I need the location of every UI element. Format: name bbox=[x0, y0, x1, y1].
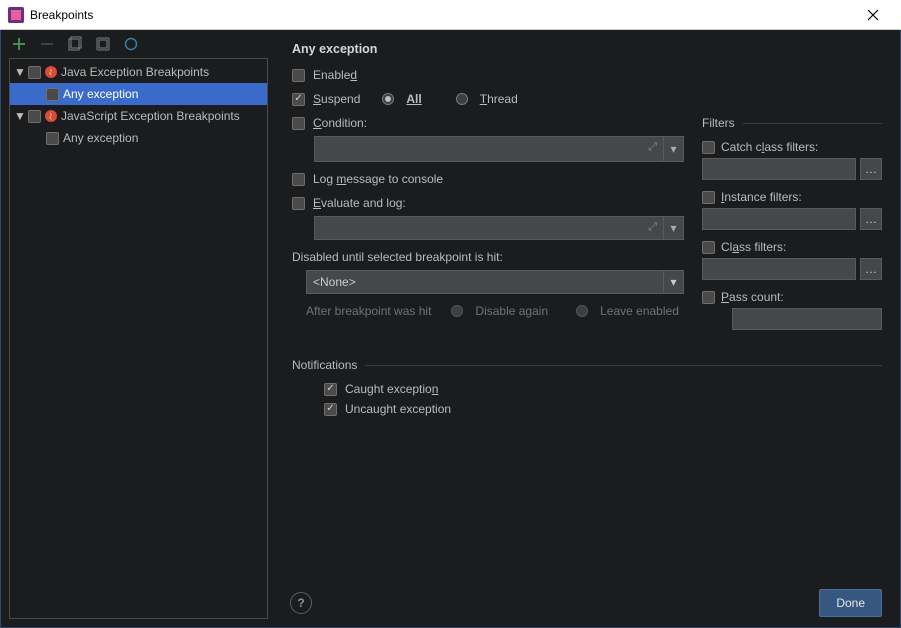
app-icon bbox=[8, 7, 24, 23]
add-breakpoint-button[interactable] bbox=[11, 36, 27, 52]
condition-checkbox[interactable] bbox=[292, 117, 305, 130]
caught-exception-checkbox[interactable] bbox=[324, 383, 337, 396]
instance-filters-label: Instance filters: bbox=[721, 190, 802, 204]
instance-filters-input[interactable] bbox=[702, 208, 856, 230]
evaluate-log-input[interactable]: ⤢ ▾ bbox=[314, 216, 684, 240]
done-button[interactable]: Done bbox=[819, 589, 882, 617]
suspend-label: Suspend bbox=[313, 92, 360, 106]
exception-breakpoint-icon bbox=[45, 66, 57, 78]
catch-filters-label: Catch class filters: bbox=[721, 140, 818, 154]
close-button[interactable] bbox=[853, 0, 893, 30]
exception-breakpoint-icon bbox=[45, 110, 57, 122]
expand-icon[interactable]: ⤢ bbox=[648, 141, 657, 154]
expand-icon[interactable]: ▼ bbox=[14, 109, 24, 123]
suspend-thread-label: Thread bbox=[480, 92, 518, 106]
disabled-until-select[interactable]: <None> ▾ bbox=[306, 270, 684, 294]
breakpoints-dialog: Breakpoints bbox=[0, 0, 901, 628]
pass-count-input[interactable] bbox=[732, 308, 882, 330]
expand-icon[interactable]: ▼ bbox=[14, 65, 24, 79]
dropdown-icon[interactable]: ▾ bbox=[663, 137, 683, 161]
pass-count-label: Pass count: bbox=[721, 290, 784, 304]
filters-title: Filters bbox=[702, 116, 882, 130]
class-filters-label: Class filters: bbox=[721, 240, 786, 254]
uncaught-exception-label: Uncaught exception bbox=[345, 402, 451, 416]
tree-group-label: Java Exception Breakpoints bbox=[61, 65, 209, 79]
tree-item-any-exception-js[interactable]: Any exception bbox=[10, 127, 267, 149]
condition-label: Condition: bbox=[313, 116, 367, 130]
catch-filters-checkbox[interactable] bbox=[702, 141, 715, 154]
suspend-checkbox[interactable] bbox=[292, 93, 305, 106]
enabled-label: Enabled bbox=[313, 68, 357, 82]
leave-enabled-radio bbox=[576, 305, 588, 317]
filters-panel: Filters Catch class filters: … Instance … bbox=[702, 116, 882, 340]
remove-breakpoint-button[interactable] bbox=[39, 36, 55, 52]
panel-heading: Any exception bbox=[292, 42, 882, 56]
details-panel: Any exception Enabled Suspend All Thread bbox=[276, 30, 900, 627]
disable-again-radio bbox=[451, 305, 463, 317]
group-by-class-icon[interactable] bbox=[123, 36, 139, 52]
breakpoint-tree[interactable]: ▼ Java Exception Breakpoints Any excepti… bbox=[9, 58, 268, 619]
catch-filters-input[interactable] bbox=[702, 158, 856, 180]
uncaught-exception-checkbox[interactable] bbox=[324, 403, 337, 416]
evaluate-log-checkbox[interactable] bbox=[292, 197, 305, 210]
tree-item-any-exception-java[interactable]: Any exception bbox=[10, 83, 267, 105]
class-filters-checkbox[interactable] bbox=[702, 241, 715, 254]
left-panel: ▼ Java Exception Breakpoints Any excepti… bbox=[1, 30, 276, 627]
dropdown-icon[interactable]: ▾ bbox=[663, 271, 683, 293]
group-checkbox[interactable] bbox=[28, 66, 41, 79]
log-message-checkbox[interactable] bbox=[292, 173, 305, 186]
instance-filters-checkbox[interactable] bbox=[702, 191, 715, 204]
tree-item-label: Any exception bbox=[63, 131, 138, 145]
suspend-thread-radio[interactable] bbox=[456, 93, 468, 105]
pass-count-checkbox[interactable] bbox=[702, 291, 715, 304]
notifications-title: Notifications bbox=[292, 358, 882, 372]
tree-item-label: Any exception bbox=[63, 87, 138, 101]
item-checkbox[interactable] bbox=[46, 88, 59, 101]
leave-enabled-label: Leave enabled bbox=[600, 304, 679, 318]
class-filters-input[interactable] bbox=[702, 258, 856, 280]
item-checkbox[interactable] bbox=[46, 132, 59, 145]
group-checkbox[interactable] bbox=[28, 110, 41, 123]
tree-group-java-exception[interactable]: ▼ Java Exception Breakpoints bbox=[10, 61, 267, 83]
catch-filters-browse-button[interactable]: … bbox=[860, 158, 882, 180]
after-hit-label: After breakpoint was hit bbox=[306, 304, 431, 318]
select-value: <None> bbox=[313, 275, 356, 289]
expand-icon[interactable]: ⤢ bbox=[648, 221, 657, 234]
evaluate-log-label: Evaluate and log: bbox=[313, 196, 406, 210]
disabled-until-label: Disabled until selected breakpoint is hi… bbox=[292, 250, 503, 264]
tree-toolbar bbox=[1, 30, 276, 58]
suspend-all-radio[interactable] bbox=[382, 93, 394, 105]
log-message-label: Log message to console bbox=[313, 172, 443, 186]
caught-exception-label: Caught exception bbox=[345, 382, 438, 396]
tree-group-label: JavaScript Exception Breakpoints bbox=[61, 109, 240, 123]
group-by-package-icon[interactable] bbox=[95, 36, 111, 52]
condition-input[interactable]: ⤢ ▾ bbox=[314, 136, 684, 162]
instance-filters-browse-button[interactable]: … bbox=[860, 208, 882, 230]
suspend-all-label: All bbox=[406, 92, 421, 106]
window-title: Breakpoints bbox=[30, 8, 93, 22]
help-button[interactable]: ? bbox=[290, 592, 312, 614]
group-by-file-icon[interactable] bbox=[67, 36, 83, 52]
titlebar: Breakpoints bbox=[0, 0, 901, 30]
class-filters-browse-button[interactable]: … bbox=[860, 258, 882, 280]
enabled-checkbox[interactable] bbox=[292, 69, 305, 82]
tree-group-js-exception[interactable]: ▼ JavaScript Exception Breakpoints bbox=[10, 105, 267, 127]
dropdown-icon[interactable]: ▾ bbox=[663, 217, 683, 239]
disable-again-label: Disable again bbox=[475, 304, 548, 318]
